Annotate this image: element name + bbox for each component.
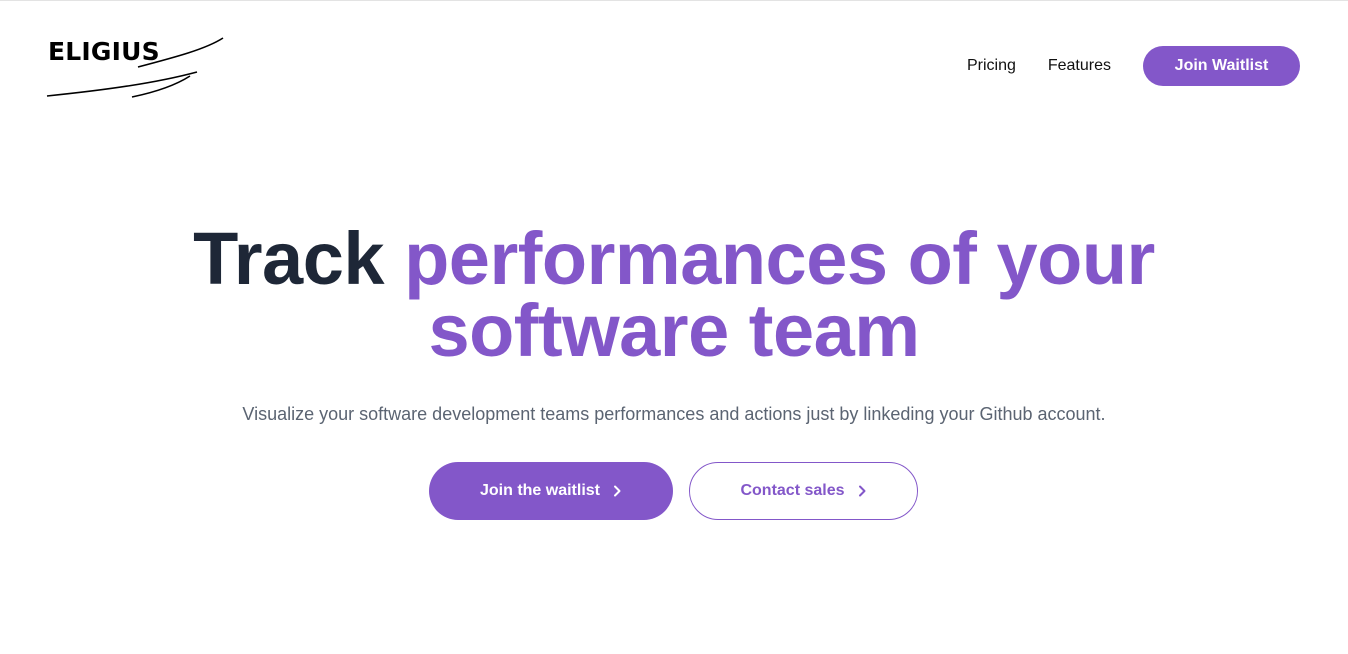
logo-swoosh-icon bbox=[46, 37, 224, 98]
cta-row: Join the waitlist Contact sales bbox=[429, 462, 918, 520]
chevron-right-icon bbox=[858, 485, 866, 497]
chevron-right-icon bbox=[614, 485, 621, 497]
landing-page: ELIGIUS Pricing Features Join Waitlist T… bbox=[0, 0, 1348, 654]
hero-subtitle: Visualize your software development team… bbox=[242, 404, 1106, 424]
contact-sales-button[interactable]: Contact sales bbox=[689, 462, 918, 520]
nav-link-pricing[interactable]: Pricing bbox=[967, 57, 1016, 75]
hero-title: Track performances of your software team bbox=[0, 222, 1348, 368]
contact-sales-label: Contact sales bbox=[740, 482, 845, 499]
hero-title-accent-line1: performances of your bbox=[404, 217, 1155, 300]
top-nav: Pricing Features Join Waitlist bbox=[967, 45, 1300, 86]
nav-link-features[interactable]: Features bbox=[1048, 57, 1111, 75]
hero-title-accent-line2: software team bbox=[428, 289, 920, 372]
logo[interactable]: ELIGIUS bbox=[46, 35, 226, 101]
join-waitlist-button[interactable]: Join Waitlist bbox=[1143, 45, 1300, 86]
join-the-waitlist-button[interactable]: Join the waitlist bbox=[429, 462, 673, 520]
hero-title-dark: Track bbox=[193, 217, 385, 300]
join-the-waitlist-label: Join the waitlist bbox=[479, 482, 600, 499]
